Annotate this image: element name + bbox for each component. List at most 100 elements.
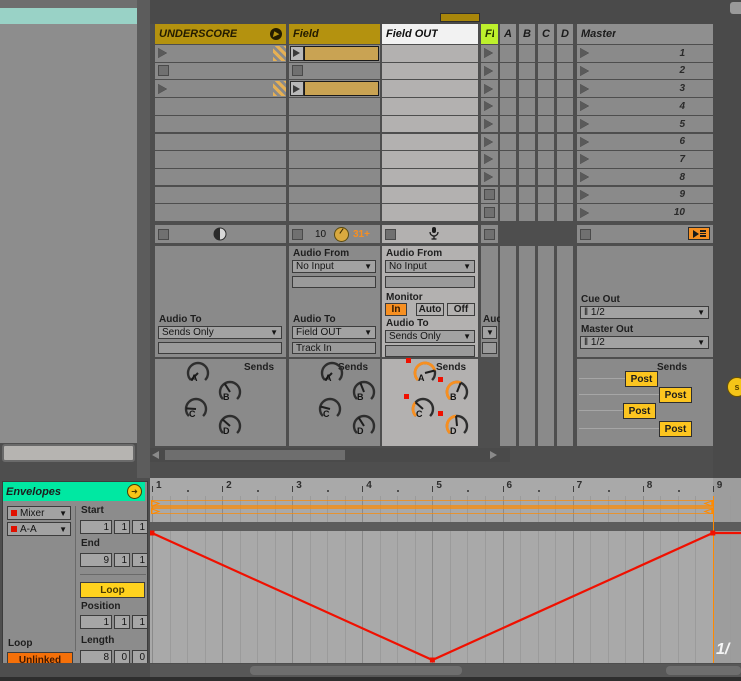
clip-slot[interactable] bbox=[481, 80, 498, 97]
field-audio-from[interactable]: No Input▼ bbox=[292, 260, 376, 273]
scene-row[interactable]: 2 bbox=[577, 63, 713, 80]
clip-stop-icon[interactable] bbox=[292, 65, 303, 76]
unfold-arrow-icon[interactable]: ➜ bbox=[127, 484, 142, 499]
clip-slot[interactable] bbox=[155, 116, 286, 133]
clip-slot[interactable] bbox=[382, 98, 478, 115]
fieldout-audio-to[interactable]: Sends Only▼ bbox=[385, 330, 475, 343]
start-digit[interactable]: 1 bbox=[80, 520, 112, 534]
scene-row[interactable]: 10 bbox=[577, 204, 713, 221]
scene-play-icon[interactable] bbox=[580, 84, 589, 94]
send-knob-d[interactable]: D bbox=[217, 413, 243, 439]
scene-row[interactable]: 6 bbox=[577, 134, 713, 151]
end-digit[interactable]: 1 bbox=[132, 553, 148, 567]
mic-monitor-icon[interactable] bbox=[428, 226, 440, 240]
underscore-audio-to[interactable]: Sends Only▼ bbox=[158, 326, 282, 339]
start-digit[interactable]: 1 bbox=[132, 520, 148, 534]
clip-slot[interactable] bbox=[481, 98, 498, 115]
send-knob[interactable] bbox=[317, 396, 343, 422]
scene-play-icon[interactable] bbox=[580, 172, 589, 182]
scene-play-icon[interactable] bbox=[580, 190, 589, 200]
clip-slot[interactable] bbox=[155, 80, 286, 97]
post-pre-toggle-a[interactable]: Post bbox=[625, 371, 658, 387]
clip-slot[interactable] bbox=[289, 116, 380, 133]
envelope-control-chooser[interactable]: A-A▼ bbox=[7, 522, 71, 536]
clip-slot[interactable] bbox=[481, 116, 498, 133]
track-stop-button[interactable] bbox=[158, 229, 169, 240]
scene-row[interactable]: 4 bbox=[577, 98, 713, 115]
post-pre-toggle-b[interactable]: Post bbox=[659, 387, 692, 403]
send-knob-d[interactable]: D bbox=[351, 413, 377, 439]
field-audio-to[interactable]: Field OUT▼ bbox=[292, 326, 376, 339]
track-stop-button[interactable] bbox=[580, 229, 591, 240]
monitor-off-button[interactable]: Off bbox=[447, 303, 475, 316]
automation-envelope[interactable] bbox=[150, 478, 741, 663]
scroll-thumb[interactable] bbox=[165, 450, 345, 460]
send-knob[interactable] bbox=[412, 360, 438, 386]
clip-slot[interactable] bbox=[289, 204, 380, 221]
clip-stop-icon[interactable] bbox=[158, 65, 169, 76]
send-knob-a[interactable]: A bbox=[185, 360, 211, 386]
show-sends-toggle[interactable]: s bbox=[727, 377, 741, 397]
clip-slot[interactable] bbox=[481, 63, 498, 80]
scene-play-icon[interactable] bbox=[580, 208, 589, 218]
send-knob[interactable] bbox=[217, 413, 243, 439]
scene-play-icon[interactable] bbox=[580, 66, 589, 76]
cue-out[interactable]: ‖ 1/2▼ bbox=[580, 306, 709, 319]
back-to-arrangement-button[interactable] bbox=[688, 227, 710, 240]
clip-slot[interactable] bbox=[382, 63, 478, 80]
clip-slot[interactable] bbox=[382, 134, 478, 151]
clip-slot[interactable] bbox=[289, 134, 380, 151]
monitor-in-button[interactable]: In bbox=[385, 303, 407, 316]
clip-slot[interactable] bbox=[155, 187, 286, 204]
clip-slot[interactable] bbox=[481, 187, 498, 204]
monitor-auto-button[interactable]: Auto bbox=[416, 303, 444, 316]
track-header-b[interactable]: B bbox=[519, 24, 535, 44]
clip-slot[interactable] bbox=[382, 151, 478, 168]
envelope-breakpoint[interactable] bbox=[710, 531, 715, 536]
clip-slot[interactable] bbox=[289, 151, 380, 168]
length-digit[interactable]: 0 bbox=[114, 650, 130, 664]
fe-audio-to[interactable]: Se▼ bbox=[482, 326, 497, 339]
master-out[interactable]: ‖ 1/2▼ bbox=[580, 336, 709, 349]
clip-slot[interactable] bbox=[289, 45, 380, 62]
clip-slot[interactable] bbox=[155, 151, 286, 168]
send-knob[interactable] bbox=[217, 379, 243, 405]
track-header-c[interactable]: C bbox=[538, 24, 554, 44]
scroll-right-arrow[interactable] bbox=[490, 451, 497, 459]
send-knob[interactable] bbox=[319, 360, 345, 386]
routing-sub-box[interactable] bbox=[385, 276, 475, 288]
clip-slot[interactable] bbox=[382, 169, 478, 186]
clip-stop-icon[interactable] bbox=[484, 189, 495, 200]
track-header-field-out[interactable]: Field OUT bbox=[382, 24, 478, 44]
clip-play-icon[interactable] bbox=[484, 172, 493, 182]
scene-play-icon[interactable] bbox=[580, 137, 589, 147]
send-knob-c[interactable]: C bbox=[317, 396, 343, 422]
session-scrollbar[interactable] bbox=[150, 448, 510, 462]
clip-slot[interactable] bbox=[289, 169, 380, 186]
clip-slot[interactable] bbox=[481, 45, 498, 62]
clip-play-icon[interactable] bbox=[484, 154, 493, 164]
send-knob[interactable] bbox=[410, 396, 436, 422]
clip-slot[interactable] bbox=[289, 98, 380, 115]
end-digit[interactable]: 1 bbox=[114, 553, 130, 567]
clip-play-icon[interactable] bbox=[484, 101, 493, 111]
send-knob[interactable] bbox=[183, 396, 209, 422]
clip-slot[interactable] bbox=[382, 187, 478, 204]
clip-slot[interactable] bbox=[289, 187, 380, 204]
scene-row[interactable]: 7 bbox=[577, 151, 713, 168]
send-knob[interactable] bbox=[444, 379, 470, 405]
gain-knob-icon[interactable] bbox=[334, 227, 349, 242]
clip-slot[interactable] bbox=[155, 98, 286, 115]
pan-icon[interactable] bbox=[213, 227, 227, 241]
clip-play-icon[interactable] bbox=[158, 84, 167, 94]
send-knob-c[interactable]: C bbox=[410, 396, 436, 422]
length-digit[interactable]: 8 bbox=[80, 650, 112, 664]
scene-play-icon[interactable] bbox=[580, 119, 589, 129]
envelope-breakpoint[interactable] bbox=[430, 658, 435, 663]
clip-slot[interactable] bbox=[155, 134, 286, 151]
send-knob[interactable] bbox=[185, 360, 211, 386]
clip-stop-icon[interactable] bbox=[484, 207, 495, 218]
track-stop-button[interactable] bbox=[292, 229, 303, 240]
clip-play-icon[interactable] bbox=[158, 48, 167, 58]
clip-slot[interactable] bbox=[481, 151, 498, 168]
